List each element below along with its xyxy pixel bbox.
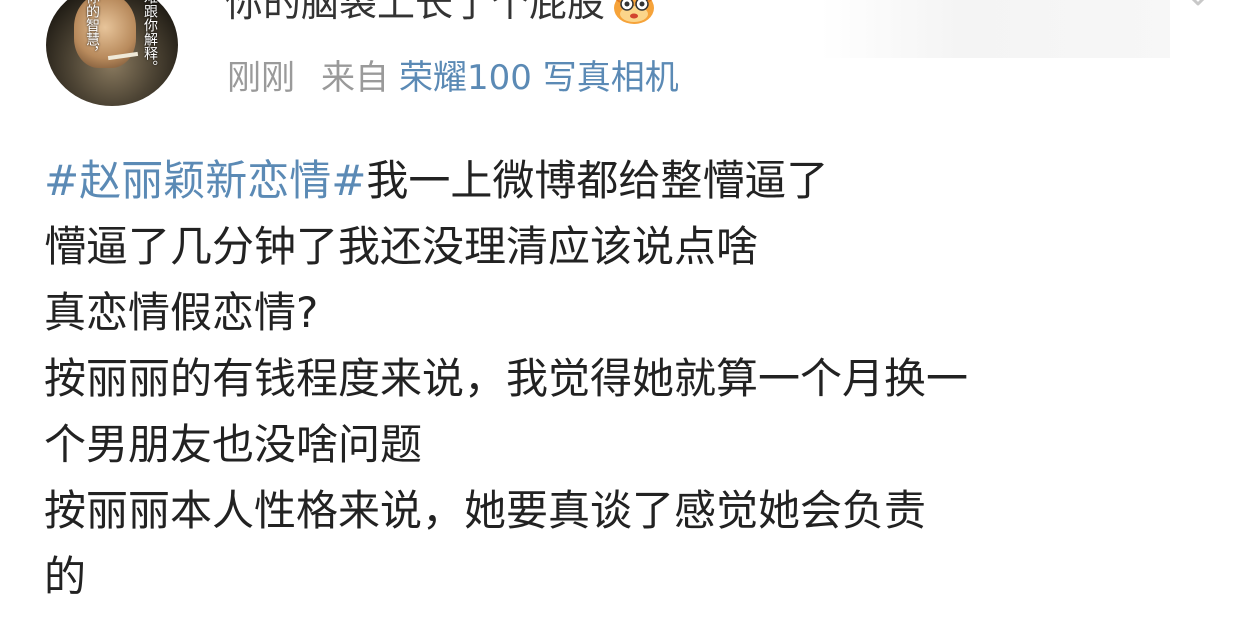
post-content: #赵丽颖新恋情#我一上微博都给整懵逼了 懵逼了几分钟了我还没理清应该说点啥 真恋… [44, 148, 1234, 610]
content-line: 的 [44, 552, 87, 601]
hashtag-link[interactable]: #赵丽颖新恋情# [44, 156, 366, 205]
avatar[interactable]: 你的智慧， 很难跟你解释。 [46, 0, 178, 106]
content-line: 真恋情假恋情? [44, 288, 319, 337]
pufferfish-emoji-icon [614, 0, 655, 24]
chevron-down-icon[interactable] [1178, 0, 1218, 20]
username[interactable]: 你的脑袋上长了个屁股 [225, 0, 657, 28]
content-line: 按丽丽本人性格来说，她要真谈了感觉她会负责 [44, 486, 927, 535]
content-line: #赵丽颖新恋情#我一上微博都给整懵逼了 [44, 148, 1234, 214]
username-text[interactable]: 你的脑袋上长了个屁股 [225, 0, 605, 25]
content-line: 个男朋友也没啥问题 [44, 420, 423, 469]
post-time: 刚刚 [227, 58, 295, 98]
content-line: 按丽丽的有钱程度来说，我觉得她就算一个月换一 [44, 354, 969, 403]
header-shade [820, 0, 1170, 58]
avatar-caption-1: 你的智慧， [84, 0, 100, 60]
source-prefix: 来自 [321, 58, 389, 98]
avatar-caption-2: 很难跟你解释。 [142, 0, 158, 74]
source-device-link[interactable]: 荣耀100 写真相机 [399, 58, 679, 98]
post-meta: 刚刚 来自 荣耀100 写真相机 [227, 54, 679, 102]
content-line: 懵逼了几分钟了我还没理清应该说点啥 [44, 222, 759, 271]
content-text: 我一上微博都给整懵逼了 [366, 156, 829, 205]
